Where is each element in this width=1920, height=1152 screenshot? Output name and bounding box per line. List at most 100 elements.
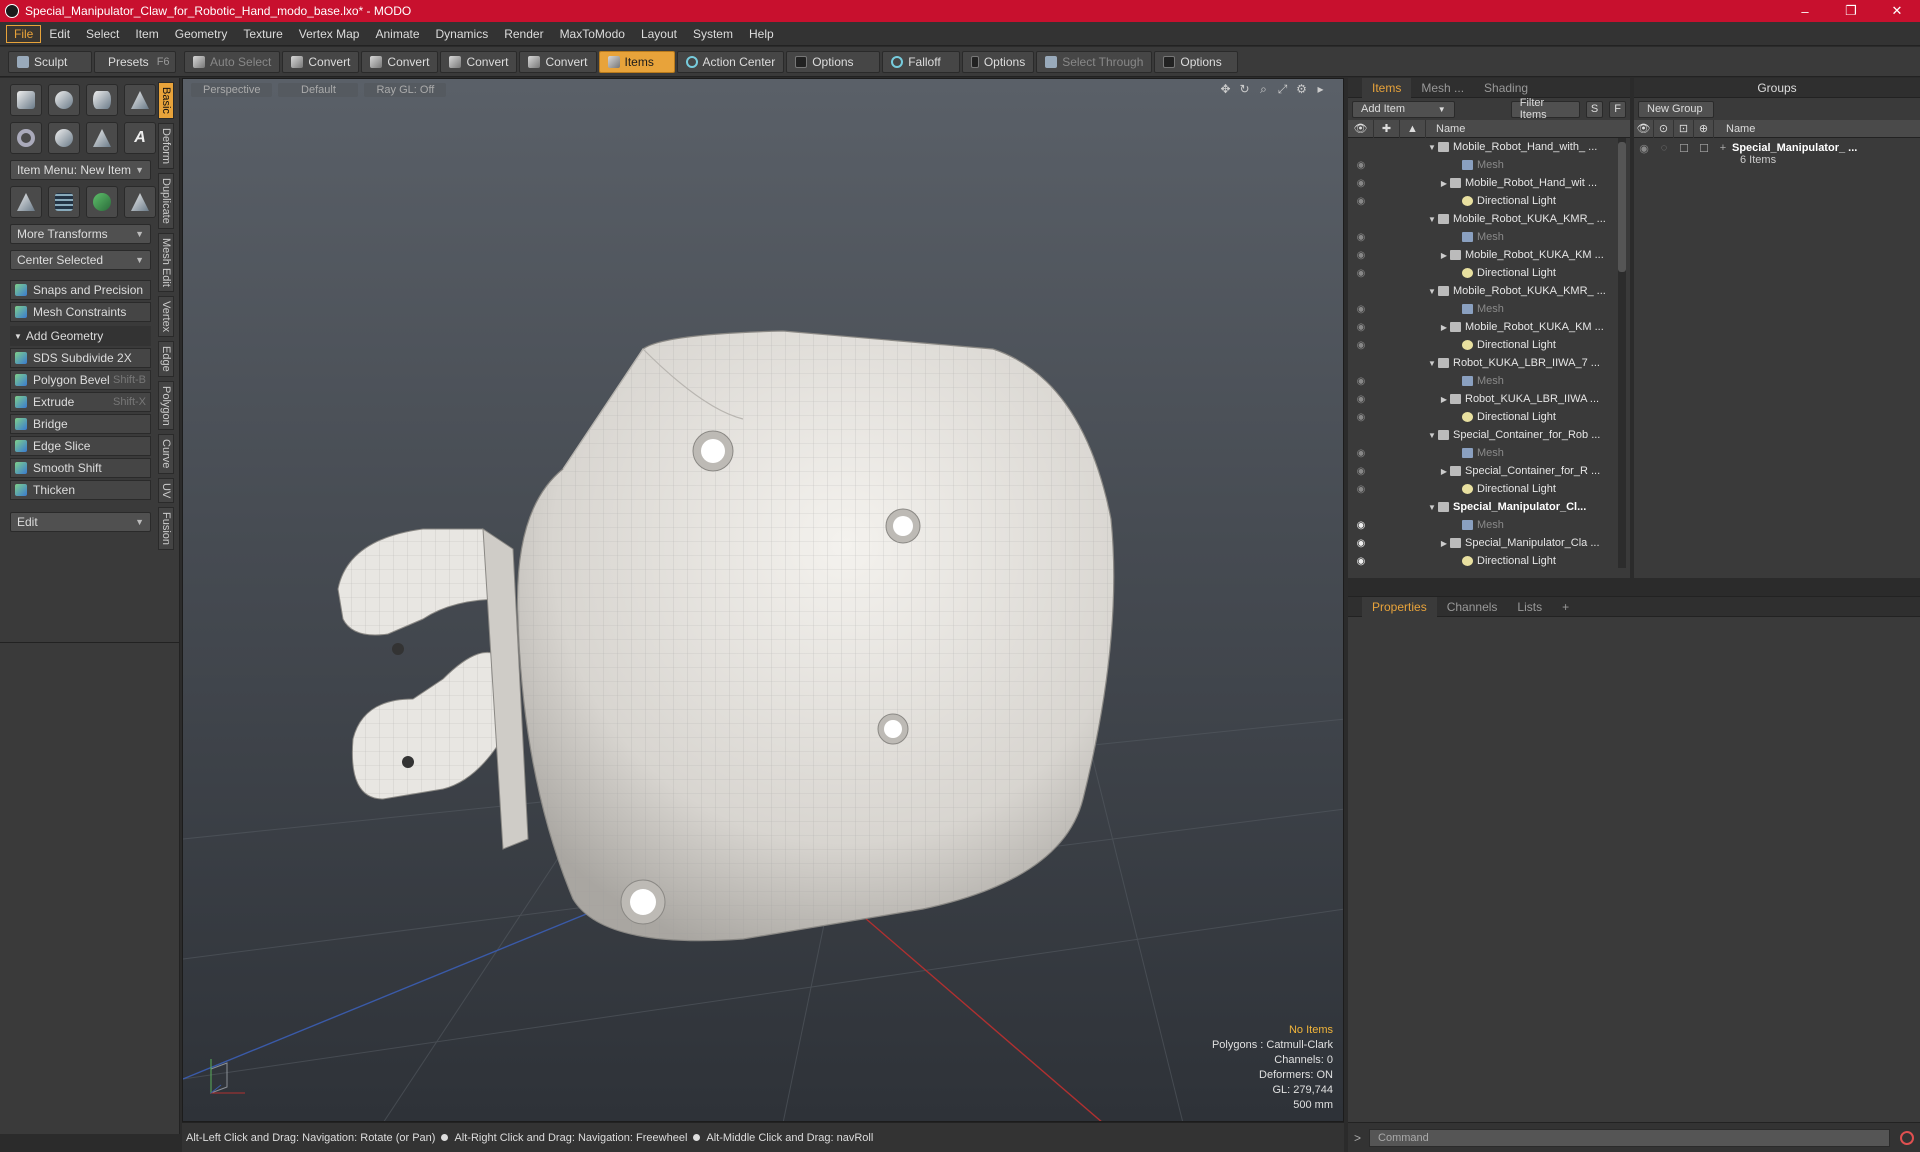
falloff-button[interactable]: Falloff [882,50,961,73]
item-row[interactable]: ◉ ▶ Mobile_Robot_KUKA_KM ... [1348,246,1612,264]
visibility-eye-icon[interactable]: ◉ [1348,160,1374,171]
menu-item[interactable]: Item [127,25,166,43]
zoom-icon[interactable]: ⌕ [1257,83,1270,96]
mesh-constraints-button[interactable]: Mesh Constraints [10,302,151,322]
more-transforms-dropdown[interactable]: More Transforms ▼ [10,224,151,244]
expand-arrow-icon[interactable]: ▼ [1426,431,1438,440]
shading-dropdown[interactable]: Default [278,83,359,97]
menu-vertex-map[interactable]: Vertex Map [291,25,368,43]
items-mode-button[interactable]: Items [598,50,675,73]
lock-icon[interactable]: ⊙ [1654,119,1674,138]
group-select-checkbox[interactable]: ☐ [1694,142,1714,155]
name-column-header[interactable]: Name [1426,123,1465,135]
add-item-button[interactable]: Add Item ▼ [1352,100,1455,118]
tab-lists[interactable]: Lists [1507,597,1552,617]
expand-arrow-icon[interactable]: ▶ [1438,179,1450,188]
auto-select-button[interactable]: Auto Select [184,50,281,73]
item-row[interactable]: ◉ Mesh [1348,372,1612,390]
visibility-eye-icon[interactable]: ◉ [1348,448,1374,459]
falloff-options-button[interactable]: Options [962,50,1035,73]
tab-properties[interactable]: Properties [1362,596,1437,617]
expand-arrow-icon[interactable]: ▼ [1426,287,1438,296]
close-button[interactable]: ✕ [1874,0,1920,22]
menu-geometry[interactable]: Geometry [167,25,236,43]
item-row[interactable]: ◉ Directional Light [1348,192,1612,210]
item-row[interactable]: ◉ Directional Light [1348,264,1612,282]
expand-arrow-icon[interactable]: ▶ [1438,395,1450,404]
center-selected-dropdown[interactable]: Center Selected ▼ [10,250,151,270]
item-row[interactable]: ◉ Directional Light [1348,480,1612,498]
settings-gear-icon[interactable]: ⚙ [1295,83,1308,96]
expand-arrow-icon[interactable]: ▶ [1438,467,1450,476]
extrude-button[interactable]: Extrude Shift-X [10,392,151,412]
view-dropdown[interactable]: Perspective [191,83,273,97]
tab-duplicate[interactable]: Duplicate [158,172,174,229]
visibility-eye-icon[interactable]: ◉ [1348,520,1374,531]
expand-arrow-icon[interactable]: ▶ [1438,251,1450,260]
visibility-eye-icon[interactable]: ◉ [1348,376,1374,387]
minimize-button[interactable]: – [1782,0,1828,22]
tab-polygon[interactable]: Polygon [158,380,174,431]
item-row[interactable]: ▼ Robot_KUKA_LBR_IIWA_7 ... [1348,354,1612,372]
text-tool-button[interactable]: A [124,122,156,154]
lock-icon[interactable]: ✚ [1374,119,1400,138]
tab-vertex[interactable]: Vertex [158,295,174,337]
command-input[interactable]: Command [1369,1128,1890,1147]
item-row[interactable]: ◉ Mesh [1348,300,1612,318]
expand-arrow-icon[interactable]: ▼ [1426,503,1438,512]
item-row[interactable]: ▼ Mobile_Robot_KUKA_KMR_ ... [1348,282,1612,300]
item-row[interactable]: ◉ ▶ Special_Manipulator_Cla ... [1348,534,1612,552]
pen-tool-button[interactable] [86,122,118,154]
convert-edges-button[interactable]: Convert [361,50,439,73]
presets-button[interactable]: Presets F6 [94,50,176,73]
menu-texture[interactable]: Texture [235,25,290,43]
tab-channels[interactable]: Channels [1437,597,1508,617]
name-column-header[interactable]: Name [1714,123,1755,135]
pan-icon[interactable]: ✥ [1219,83,1232,96]
item-row[interactable]: ◉ Directional Light [1348,408,1612,426]
cylinder-primitive-button[interactable] [86,84,118,116]
render-icon[interactable]: ⊡ [1674,119,1694,138]
3d-viewport[interactable]: Perspective Default Ray GL: Off ✥ ↻ ⌕ ⤢ … [182,78,1344,1122]
item-row[interactable]: ◉ ▶ Special_Container_for_R ... [1348,462,1612,480]
visibility-eye-icon[interactable]: ◉ [1348,340,1374,351]
items-scrollbar[interactable] [1618,138,1626,568]
group-row[interactable]: ◉ ◌ ☐ ☐ + Special_Manipulator_ ... 6 Ite… [1634,138,1920,166]
expand-arrow-icon[interactable]: ▼ [1426,359,1438,368]
visibility-eye-icon[interactable]: ◉ [1348,232,1374,243]
tab-edge[interactable]: Edge [158,340,174,377]
tab-uv[interactable]: UV [158,477,174,504]
tab-shading[interactable]: Shading [1474,78,1538,98]
expand-arrow-icon[interactable]: ▼ [1426,143,1438,152]
menu-select[interactable]: Select [78,25,127,43]
claw-model[interactable] [337,330,1115,942]
thicken-button[interactable]: Thicken [10,480,151,500]
tab-curve[interactable]: Curve [158,434,174,474]
expand-plus-icon[interactable]: + [1714,142,1732,154]
group-lock-icon[interactable]: ◌ [1654,142,1674,154]
visibility-eye-icon[interactable]: ◉ [1348,412,1374,423]
item-row[interactable]: ▼ Special_Container_for_Rob ... [1348,426,1612,444]
convert-materials-button[interactable]: Convert [519,50,597,73]
visibility-eye-icon[interactable]: 👁 [1634,119,1654,138]
stop-icon[interactable] [1900,1130,1914,1145]
expand-arrow-icon[interactable]: ▶ [1438,323,1450,332]
select-icon[interactable]: ⊕ [1694,119,1714,138]
tab-mesh[interactable]: Mesh ... [1411,78,1474,98]
menu-help[interactable]: Help [741,25,782,43]
expand-arrow-icon[interactable]: ▸ [1314,83,1327,96]
smooth-shift-button[interactable]: Smooth Shift [10,458,151,478]
add-geometry-header[interactable]: ▼ Add Geometry [10,326,151,346]
action-center-button[interactable]: Action Center [676,50,785,73]
tab-mesh-edit[interactable]: Mesh Edit [158,232,174,292]
group-render-checkbox[interactable]: ☐ [1674,142,1694,155]
item-row[interactable]: ◉ Mesh [1348,228,1612,246]
sds-subdivide-button[interactable]: SDS Subdivide 2X [10,348,151,368]
visibility-eye-icon[interactable]: 👁 [1348,119,1374,138]
item-row[interactable]: ▼ Mobile_Robot_Hand_with_ ... [1348,138,1612,156]
item-row[interactable]: ◉ ▶ Mobile_Robot_KUKA_KM ... [1348,318,1612,336]
tab-fusion[interactable]: Fusion [158,507,174,551]
scroll-thumb[interactable] [1618,142,1626,272]
expand-arrow-icon[interactable]: ▶ [1438,539,1450,548]
item-row[interactable]: ▼ Special_Manipulator_Cl... [1348,498,1612,516]
